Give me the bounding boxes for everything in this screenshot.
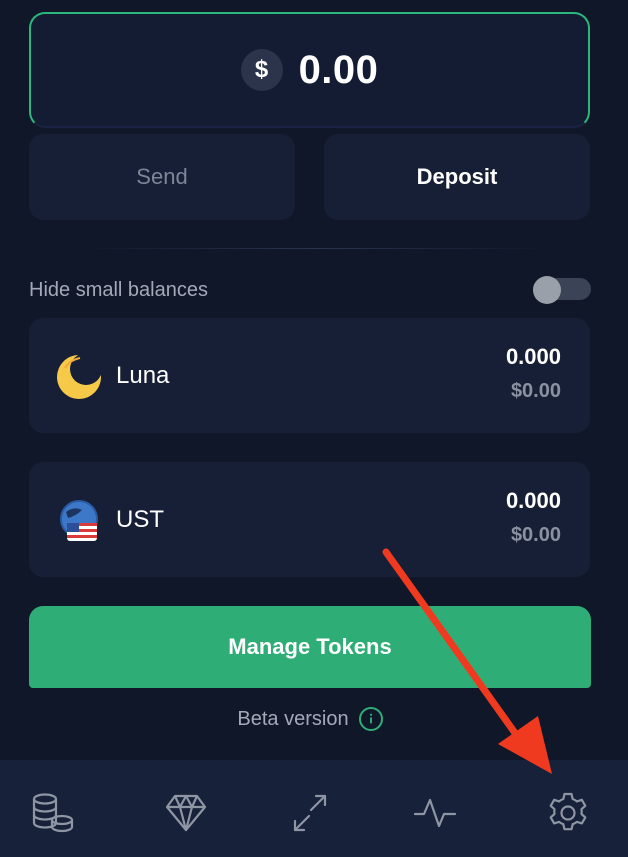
- diamond-icon: [163, 790, 209, 841]
- manage-tokens-label: Manage Tokens: [228, 634, 392, 659]
- luna-moon-icon: [56, 354, 102, 400]
- beta-version-row: Beta version: [0, 707, 620, 731]
- beta-version-label: Beta version: [237, 707, 349, 730]
- info-icon[interactable]: [358, 707, 383, 731]
- token-amount: 0.000: [505, 344, 561, 369]
- deposit-button-label: Deposit: [416, 164, 498, 189]
- bottom-nav: [0, 760, 628, 857]
- send-button-label: Send: [136, 164, 188, 189]
- send-button[interactable]: Send: [29, 134, 295, 220]
- coins-stack-icon: [29, 790, 75, 841]
- token-fiat-value: $0.00: [510, 524, 561, 546]
- token-fiat-value: $0.00: [510, 380, 561, 402]
- dollar-icon: $: [240, 49, 283, 91]
- nav-diamond[interactable]: [161, 790, 211, 840]
- nav-settings[interactable]: [543, 790, 593, 840]
- divider: [80, 248, 550, 249]
- currency-symbol: $: [254, 56, 269, 83]
- activity-pulse-icon: [412, 790, 458, 841]
- token-row-luna[interactable]: Luna 0.000 $0.00: [29, 318, 590, 433]
- balance-card: $ 0.00: [29, 12, 590, 128]
- deposit-button[interactable]: Deposit: [324, 134, 590, 220]
- token-name: Luna: [116, 362, 170, 389]
- hide-small-balances-toggle[interactable]: [533, 276, 591, 304]
- nav-activity[interactable]: [410, 790, 460, 840]
- swap-arrows-icon: [287, 790, 333, 841]
- ust-flag-globe-icon: [56, 498, 102, 544]
- hide-small-balances-label: Hide small balances: [29, 279, 208, 301]
- token-amount: 0.000: [505, 488, 561, 513]
- token-name: UST: [116, 506, 164, 533]
- gear-icon: [545, 790, 591, 841]
- token-row-ust[interactable]: UST 0.000 $0.00: [29, 462, 590, 577]
- nav-swap[interactable]: [285, 790, 335, 840]
- nav-coins[interactable]: [27, 790, 77, 840]
- manage-tokens-button[interactable]: Manage Tokens: [29, 606, 591, 688]
- toggle-knob: [533, 276, 561, 304]
- balance-amount: 0.00: [298, 47, 379, 92]
